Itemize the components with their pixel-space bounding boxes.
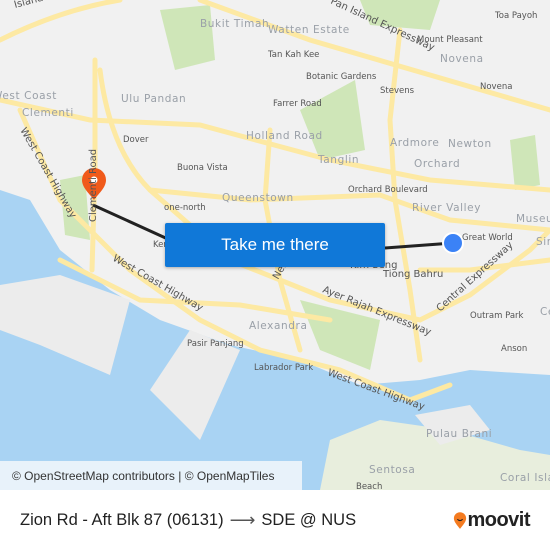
destination-name: SDE @ NUS	[261, 510, 357, 529]
take-me-there-button[interactable]: Take me there	[165, 223, 385, 267]
place-label: Toa Payoh	[494, 11, 537, 21]
place-label: Bukit Timah	[200, 18, 269, 30]
place-label: Buona Vista	[177, 163, 228, 173]
place-label: Novena	[440, 53, 484, 65]
place-label: Ardmore	[390, 137, 439, 149]
route-summary: Zion Rd - Aft Blk 87 (06131) ⟶ SDE @ NUS	[20, 510, 356, 531]
place-label: one-north	[164, 203, 206, 213]
place-label: Novena	[480, 82, 512, 92]
place-label: Queenstown	[222, 192, 294, 204]
place-label: Ulu Pandan	[121, 93, 186, 105]
footer: Zion Rd - Aft Blk 87 (06131) ⟶ SDE @ NUS…	[0, 490, 550, 550]
place-label: West Coast	[0, 90, 57, 102]
place-label: Holland Road	[246, 130, 323, 142]
place-label: Tan Kah Kee	[267, 50, 319, 60]
place-label: Botanic Gardens	[306, 72, 377, 82]
origin-marker[interactable]	[442, 232, 464, 254]
place-label: Newton	[448, 138, 492, 150]
arrow-right-icon: ⟶	[229, 509, 256, 530]
place-label: Outram Park	[470, 311, 524, 321]
place-label: Beach	[356, 482, 382, 490]
place-label: Pasir Panjang	[187, 339, 244, 349]
place-label: Alexandra	[249, 320, 308, 332]
place-label: Pulau Brani	[426, 428, 492, 440]
map[interactable]: Bukit Timah Watten Estate Tan Kah Kee Botan…	[0, 0, 550, 490]
map-attribution[interactable]: © OpenStreetMap contributors | © OpenMap…	[0, 461, 302, 490]
place-label: Orchard	[414, 158, 460, 170]
place-label: Stevens	[380, 86, 415, 96]
park	[300, 80, 365, 160]
park	[160, 5, 215, 70]
place-label: Clementi	[22, 107, 74, 119]
place-label: Coral Island	[500, 472, 550, 484]
park	[510, 135, 540, 190]
place-label: Labrador Park	[254, 363, 313, 373]
place-label: Sentosa	[369, 464, 415, 476]
moovit-pin-icon	[454, 511, 467, 529]
place-label: Watten Estate	[268, 24, 350, 36]
road-label: Clementi Road	[88, 149, 99, 222]
place-label: Orchard Boulevard	[348, 185, 428, 195]
place-label: Museum	[516, 213, 550, 225]
brand-name: moovit	[467, 509, 530, 531]
place-label: Ce	[540, 306, 550, 318]
place-label: Sin	[536, 236, 550, 248]
place-label: Farrer Road	[273, 99, 322, 109]
place-label: Tanglin	[317, 154, 359, 166]
origin-name: Zion Rd - Aft Blk 87 (06131)	[20, 510, 224, 529]
place-label: River Valley	[412, 202, 481, 214]
place-label: Anson	[501, 344, 527, 354]
moovit-logo[interactable]: moovit	[453, 509, 530, 532]
place-label: Dover	[123, 135, 149, 145]
